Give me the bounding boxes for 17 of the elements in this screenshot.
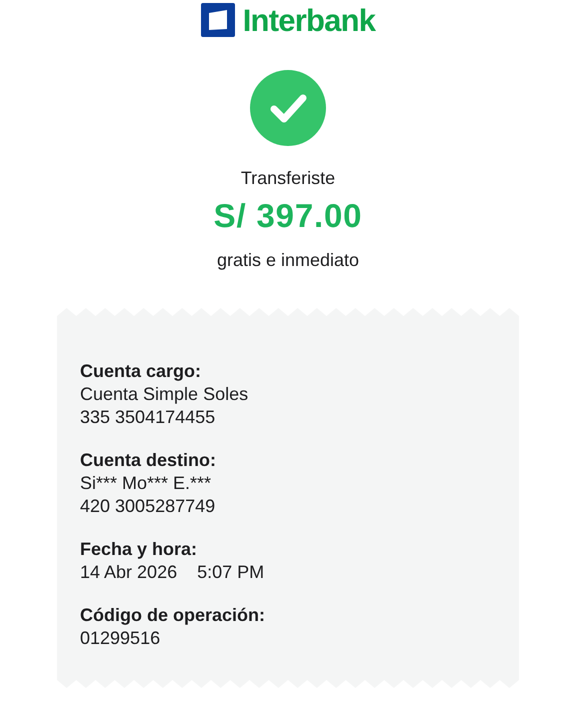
check-icon bbox=[250, 70, 326, 146]
field-label: Fecha y hora: bbox=[80, 538, 198, 561]
field-label: Cuenta destino: bbox=[80, 449, 218, 472]
field-label: Cuenta cargo: bbox=[80, 360, 202, 383]
field-value: 335 3504174455 bbox=[80, 406, 216, 429]
amount: S/ 397.00 bbox=[214, 196, 362, 236]
status-title: Transferiste bbox=[240, 167, 336, 190]
field-value: Si*** Mo*** E.*** bbox=[80, 472, 212, 495]
field-value: 5:07 PM bbox=[197, 561, 264, 584]
field-value: 420 3005287749 bbox=[80, 495, 216, 518]
transfer-note: gratis e inmediato bbox=[216, 249, 360, 272]
field-value: 14 Abr 2026 bbox=[80, 561, 178, 584]
field-value: Cuenta Simple Soles bbox=[80, 383, 248, 406]
brand-name: Interbank bbox=[242, 4, 376, 36]
logo-icon bbox=[200, 3, 235, 37]
field-value: 01299516 bbox=[80, 627, 160, 650]
field-label: Código de operación: bbox=[80, 604, 266, 627]
